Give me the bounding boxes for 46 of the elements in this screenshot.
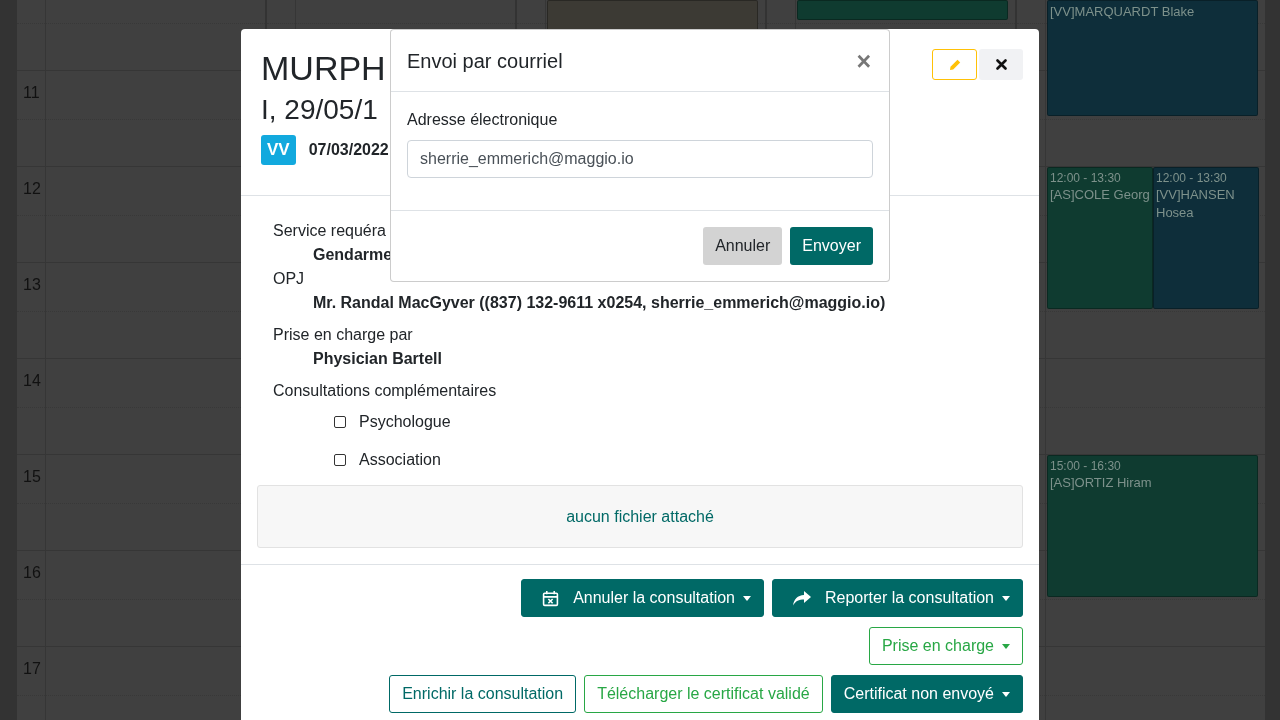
consultation-date: 07/03/2022 [308,141,389,159]
calendar-event[interactable]: [VV]MARQUARDT Blake [1047,0,1258,116]
calendar-x-icon [542,589,560,607]
action-button[interactable]: Annuler la consultation [521,579,764,617]
field-value: Mr. Randal MacGyver ((837) 132-9611 x0254, sherrie_emmerich@maggio.io) [313,293,886,313]
action-button[interactable]: Enrichir la consultation [389,675,577,713]
type-badge: VV [261,135,296,165]
calendar-event[interactable]: 15:00 - 16:30 [AS]ORTIZ Hiram [1047,455,1258,597]
action-button[interactable]: Reporter la consultation [772,579,1023,617]
field-label: OPJ [273,269,305,289]
caret-icon [1002,643,1010,649]
checkbox[interactable] [334,416,346,428]
field-label: Service requéra [273,221,386,241]
share-arrow-icon [793,590,811,606]
event-time: 12:00 - 13:30 [1156,170,1228,186]
checkbox[interactable] [334,454,346,466]
event-title: [VV]MARQUARDT Blake [1050,3,1196,21]
close-icon [995,59,1007,70]
event-time: 12:00 - 13:30 [1050,170,1122,186]
caret-icon [1002,595,1010,601]
email-field[interactable]: sherrie_emmerich@maggio.io [407,140,873,178]
field-label: Adresse électronique [407,110,558,130]
calendar-event[interactable]: 12:00 - 13:30 [VV]HANSEN Hosea [1153,167,1259,309]
close-button[interactable] [979,49,1023,80]
field-value: Gendarme [313,245,393,265]
close-button[interactable]: × [854,48,873,73]
send-button[interactable]: Envoyer [790,227,873,265]
event-title: [AS]ORTIZ Hiram [1050,474,1153,492]
calendar-event[interactable]: 12:00 - 13:30 [AS]COLE Georg [1047,167,1153,309]
attachments-link[interactable]: aucun fichier attaché [566,504,714,529]
field-label: Consultations complémentaires [273,381,497,401]
checkbox-label[interactable]: Association [359,448,441,472]
event-title: [VV]HANSEN Hosea [1156,186,1236,222]
field-label: Prise en charge par [273,325,413,345]
event-time: 15:00 - 16:30 [1050,458,1122,474]
checkbox-label[interactable]: Psychologue [359,410,451,434]
action-button[interactable]: Certificat non envoyé [830,675,1023,713]
pencil-icon [948,58,961,71]
event-title: [AS]COLE Georg [1050,186,1150,204]
patient-name: MURPH [261,49,386,87]
dialog-title: Envoi par courriel [407,48,563,74]
patient-details: I, 29/05/1 [261,93,378,127]
caret-icon [743,595,751,601]
caret-icon [1002,691,1010,697]
field-value: Physician Bartell [313,349,442,369]
cancel-button[interactable]: Annuler [703,227,783,265]
